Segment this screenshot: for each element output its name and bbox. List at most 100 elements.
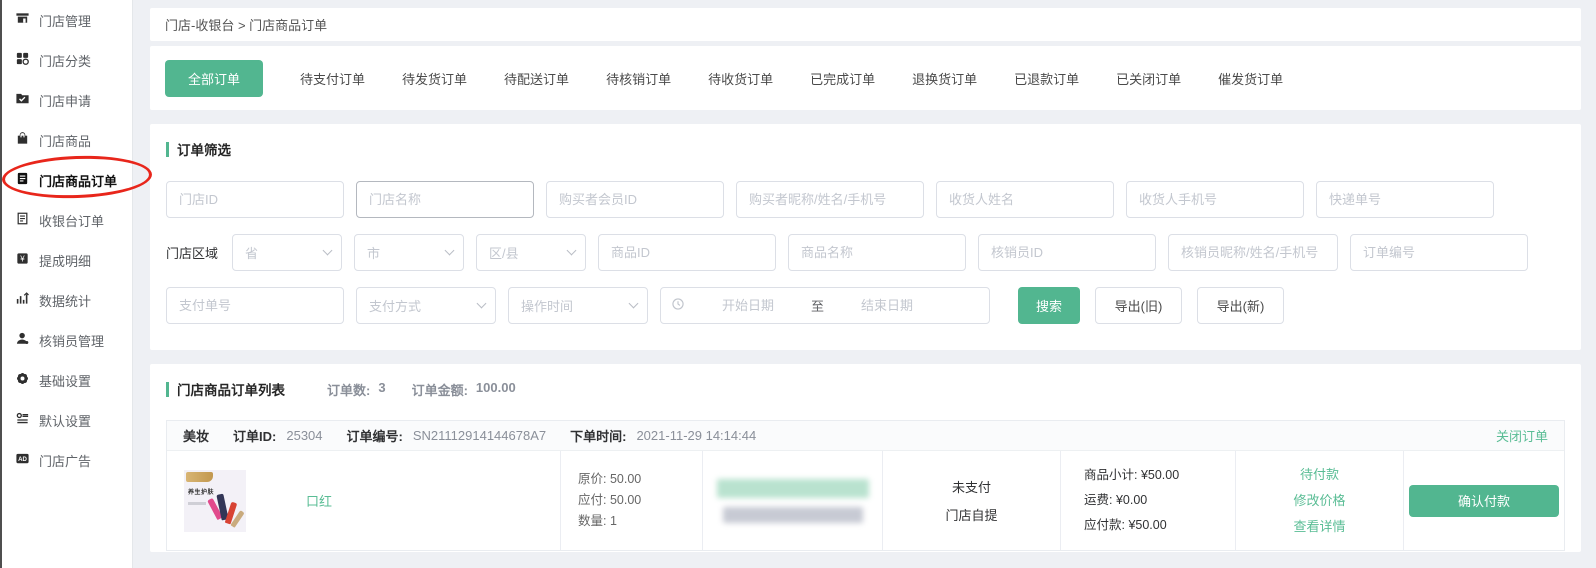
breadcrumb: 门店-收银台 > 门店商品订单 bbox=[165, 15, 327, 34]
sidebar-item-label: 门店申请 bbox=[39, 91, 91, 110]
order-amount-value: 100.00 bbox=[476, 380, 516, 399]
search-button[interactable]: 搜索 bbox=[1018, 287, 1080, 324]
confirm-payment-button[interactable]: 确认付款 bbox=[1409, 485, 1559, 517]
product-name-input[interactable] bbox=[788, 234, 966, 271]
status-cell: 未支付 门店自提 bbox=[883, 451, 1061, 550]
tab-completed[interactable]: 已完成订单 bbox=[810, 69, 875, 88]
store-id-input[interactable] bbox=[166, 181, 344, 218]
sidebar-item-store-application[interactable]: 门店申请 bbox=[2, 80, 132, 120]
operation-time-select[interactable]: 操作时间 bbox=[508, 287, 648, 324]
pending-payment-link[interactable]: 待付款 bbox=[1300, 462, 1339, 488]
sidebar-item-basic-settings[interactable]: 基础设置 bbox=[2, 360, 132, 400]
view-details-link[interactable]: 查看详情 bbox=[1293, 514, 1345, 540]
folder-check-icon bbox=[15, 91, 30, 109]
verifier-nickname-input[interactable] bbox=[1168, 234, 1338, 271]
sidebar-item-store-category[interactable]: 门店分类 bbox=[2, 40, 132, 80]
svg-text:AD: AD bbox=[18, 456, 27, 463]
storefront-icon bbox=[15, 11, 30, 29]
gear-icon bbox=[15, 371, 30, 389]
verifier-id-input[interactable] bbox=[978, 234, 1156, 271]
tab-refunded[interactable]: 已退款订单 bbox=[1014, 69, 1079, 88]
product-name-link[interactable]: 口红 bbox=[306, 491, 332, 510]
sidebar-item-verifier-management[interactable]: 核销员管理 bbox=[2, 320, 132, 360]
order-filter-panel: 订单筛选 门店区域 省 市 区/县 bbox=[150, 124, 1581, 350]
district-select[interactable]: 区/县 bbox=[476, 234, 586, 271]
date-range-picker[interactable]: 至 bbox=[660, 287, 990, 324]
sidebar-item-label: 收银台订单 bbox=[39, 211, 104, 230]
tab-pending-shipment[interactable]: 待发货订单 bbox=[402, 69, 467, 88]
payable-price: 应付: 50.00 bbox=[578, 490, 702, 511]
sidebar-item-store-products[interactable]: 门店商品 bbox=[2, 120, 132, 160]
export-old-button[interactable]: 导出(旧) bbox=[1095, 287, 1182, 324]
tab-pending-receipt[interactable]: 待收货订单 bbox=[708, 69, 773, 88]
tracking-no-input[interactable] bbox=[1316, 181, 1494, 218]
bar-chart-icon bbox=[15, 291, 30, 309]
sidebar-item-data-statistics[interactable]: 数据统计 bbox=[2, 280, 132, 320]
buyer-nickname-input[interactable] bbox=[736, 181, 924, 218]
sidebar-item-cashier-orders[interactable]: 收银台订单 bbox=[2, 200, 132, 240]
product-id-input[interactable] bbox=[598, 234, 776, 271]
tab-return-exchange[interactable]: 退换货订单 bbox=[912, 69, 977, 88]
tab-pending-verification[interactable]: 待核销订单 bbox=[606, 69, 671, 88]
amounts-cell: 商品小计: ¥50.00 运费: ¥0.00 应付款: ¥50.00 bbox=[1061, 451, 1236, 550]
start-date-input[interactable] bbox=[693, 298, 803, 313]
order-sn-value: SN21112914144678A7 bbox=[413, 428, 546, 443]
tab-pending-payment[interactable]: 待支付订单 bbox=[300, 69, 365, 88]
tab-urge-shipment[interactable]: 催发货订单 bbox=[1218, 69, 1283, 88]
sidebar: 门店管理 门店分类 门店申请 门店商品 门店商品订单 收银台订单 ¥ 提成明细 … bbox=[2, 0, 133, 568]
order-id-value: 25304 bbox=[286, 428, 322, 443]
filter-row-2: 门店区域 省 市 区/县 bbox=[166, 234, 1565, 271]
consignee-phone-input[interactable] bbox=[1126, 181, 1304, 218]
city-select[interactable]: 市 bbox=[354, 234, 464, 271]
sidebar-item-store-management[interactable]: 门店管理 bbox=[2, 0, 132, 40]
redacted-buyer-name bbox=[717, 479, 869, 498]
order-sn-input[interactable] bbox=[1350, 234, 1528, 271]
sidebar-item-label: 数据统计 bbox=[39, 291, 91, 310]
yen-badge-icon: ¥ bbox=[15, 251, 30, 269]
payment-no-input[interactable] bbox=[166, 287, 344, 324]
confirm-cell: 确认付款 bbox=[1404, 451, 1564, 550]
order-stats: 订单数: 3 订单金额: 100.00 bbox=[327, 380, 534, 399]
sidebar-item-commission-detail[interactable]: ¥ 提成明细 bbox=[2, 240, 132, 280]
order-list-panel: 门店商品订单列表 订单数: 3 订单金额: 100.00 美妆 订单ID: 25… bbox=[150, 364, 1581, 552]
receipt-icon bbox=[15, 211, 30, 229]
order-row: 养生护肤 口红 原价: 50.00 应付: 50.00 数量: 1 bbox=[167, 451, 1564, 550]
province-select[interactable]: 省 bbox=[232, 234, 342, 271]
date-separator: 至 bbox=[811, 296, 824, 315]
bag-icon bbox=[15, 131, 30, 149]
total-payable: 应付款: ¥50.00 bbox=[1084, 513, 1235, 538]
chevron-down-icon bbox=[567, 246, 577, 256]
end-date-input[interactable] bbox=[832, 298, 942, 313]
sidebar-item-label: 门店商品 bbox=[39, 131, 91, 150]
sidebar-item-store-product-orders[interactable]: 门店商品订单 bbox=[2, 160, 132, 200]
actions-cell: 待付款 修改价格 查看详情 bbox=[1236, 451, 1404, 550]
thumbnail-caption: 养生护肤 bbox=[188, 487, 214, 496]
store-name-input[interactable] bbox=[356, 181, 534, 218]
svg-text:¥: ¥ bbox=[20, 255, 25, 264]
main-content: 门店-收银台 > 门店商品订单 全部订单 待支付订单 待发货订单 待配送订单 待… bbox=[134, 0, 1596, 568]
delivery-method: 门店自提 bbox=[945, 505, 997, 524]
order-list-title: 门店商品订单列表 bbox=[166, 379, 285, 399]
sidebar-item-label: 门店分类 bbox=[39, 51, 91, 70]
clock-icon bbox=[671, 297, 685, 314]
sidebar-item-default-settings[interactable]: 默认设置 bbox=[2, 400, 132, 440]
tab-pending-delivery[interactable]: 待配送订单 bbox=[504, 69, 569, 88]
buyer-member-id-input[interactable] bbox=[546, 181, 724, 218]
tab-closed[interactable]: 已关闭订单 bbox=[1116, 69, 1181, 88]
close-order-link[interactable]: 关闭订单 bbox=[1496, 426, 1548, 445]
sliders-icon bbox=[15, 411, 30, 429]
order-time-label: 下单时间: bbox=[570, 426, 626, 445]
sidebar-item-label: 核销员管理 bbox=[39, 331, 104, 350]
sidebar-item-store-ads[interactable]: AD 门店广告 bbox=[2, 440, 132, 480]
subtotal: 商品小计: ¥50.00 bbox=[1084, 463, 1235, 488]
order-card-header: 美妆 订单ID: 25304 订单编号: SN21112914144678A7 … bbox=[167, 421, 1564, 451]
chevron-down-icon bbox=[323, 246, 333, 256]
product-thumbnail: 养生护肤 bbox=[184, 470, 246, 532]
original-price: 原价: 50.00 bbox=[578, 469, 702, 490]
export-new-button[interactable]: 导出(新) bbox=[1197, 287, 1284, 324]
filter-row-3: 支付方式 操作时间 至 搜索 导出(旧) 导出(新) bbox=[166, 287, 1565, 324]
tab-all-orders[interactable]: 全部订单 bbox=[165, 60, 263, 97]
modify-price-link[interactable]: 修改价格 bbox=[1293, 488, 1345, 514]
payment-method-select[interactable]: 支付方式 bbox=[356, 287, 496, 324]
consignee-name-input[interactable] bbox=[936, 181, 1114, 218]
